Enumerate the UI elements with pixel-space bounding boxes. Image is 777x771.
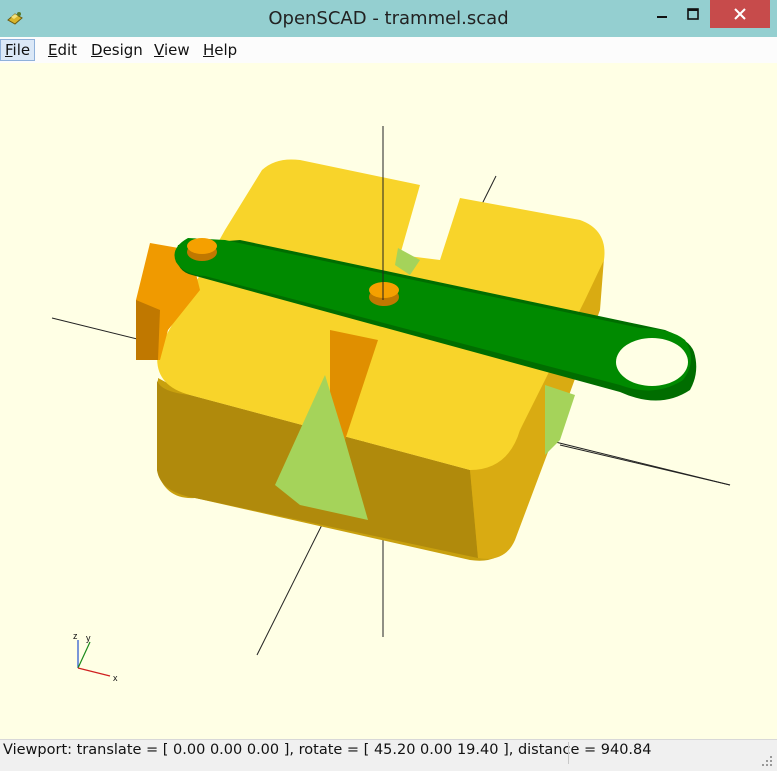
- gizmo-y-line: [77, 641, 91, 669]
- close-icon: [734, 8, 746, 20]
- left-bracket-shadow: [136, 300, 160, 360]
- close-button[interactable]: [710, 0, 770, 28]
- menu-file[interactable]: File: [0, 39, 36, 61]
- title-bar[interactable]: OpenSCAD - trammel.scad: [0, 0, 777, 37]
- gizmo-x-line: [77, 667, 111, 677]
- maximize-icon: [687, 8, 699, 20]
- openscad-window: OpenSCAD - trammel.scad File Edit Design…: [0, 0, 777, 771]
- menu-view[interactable]: View: [150, 40, 194, 60]
- menu-design[interactable]: Design: [87, 40, 147, 60]
- axis-x-line-front: [559, 444, 731, 486]
- viewport-status: Viewport: translate = [ 0.00 0.00 0.00 ]…: [3, 742, 652, 758]
- menu-bar: File Edit Design View Help: [0, 37, 777, 63]
- 3d-viewport[interactable]: z y x: [0, 63, 777, 739]
- gizmo-y-label: y: [86, 633, 91, 643]
- gizmo-x-label: x: [113, 673, 118, 683]
- menu-help[interactable]: Help: [199, 40, 241, 60]
- gizmo-z-label: z: [73, 631, 78, 641]
- menu-edit[interactable]: Edit: [44, 40, 81, 60]
- arm-hole: [616, 338, 688, 386]
- pin-left-top: [187, 238, 217, 254]
- status-bar: Viewport: translate = [ 0.00 0.00 0.00 ]…: [0, 739, 777, 771]
- minimize-icon: [657, 16, 667, 18]
- resize-grip-icon[interactable]: [761, 755, 773, 767]
- model-render: z y x: [51, 126, 731, 683]
- status-separator: [568, 742, 569, 764]
- right-cutout: [545, 385, 575, 455]
- pin-center-top: [369, 282, 399, 298]
- maximize-button[interactable]: [676, 0, 710, 28]
